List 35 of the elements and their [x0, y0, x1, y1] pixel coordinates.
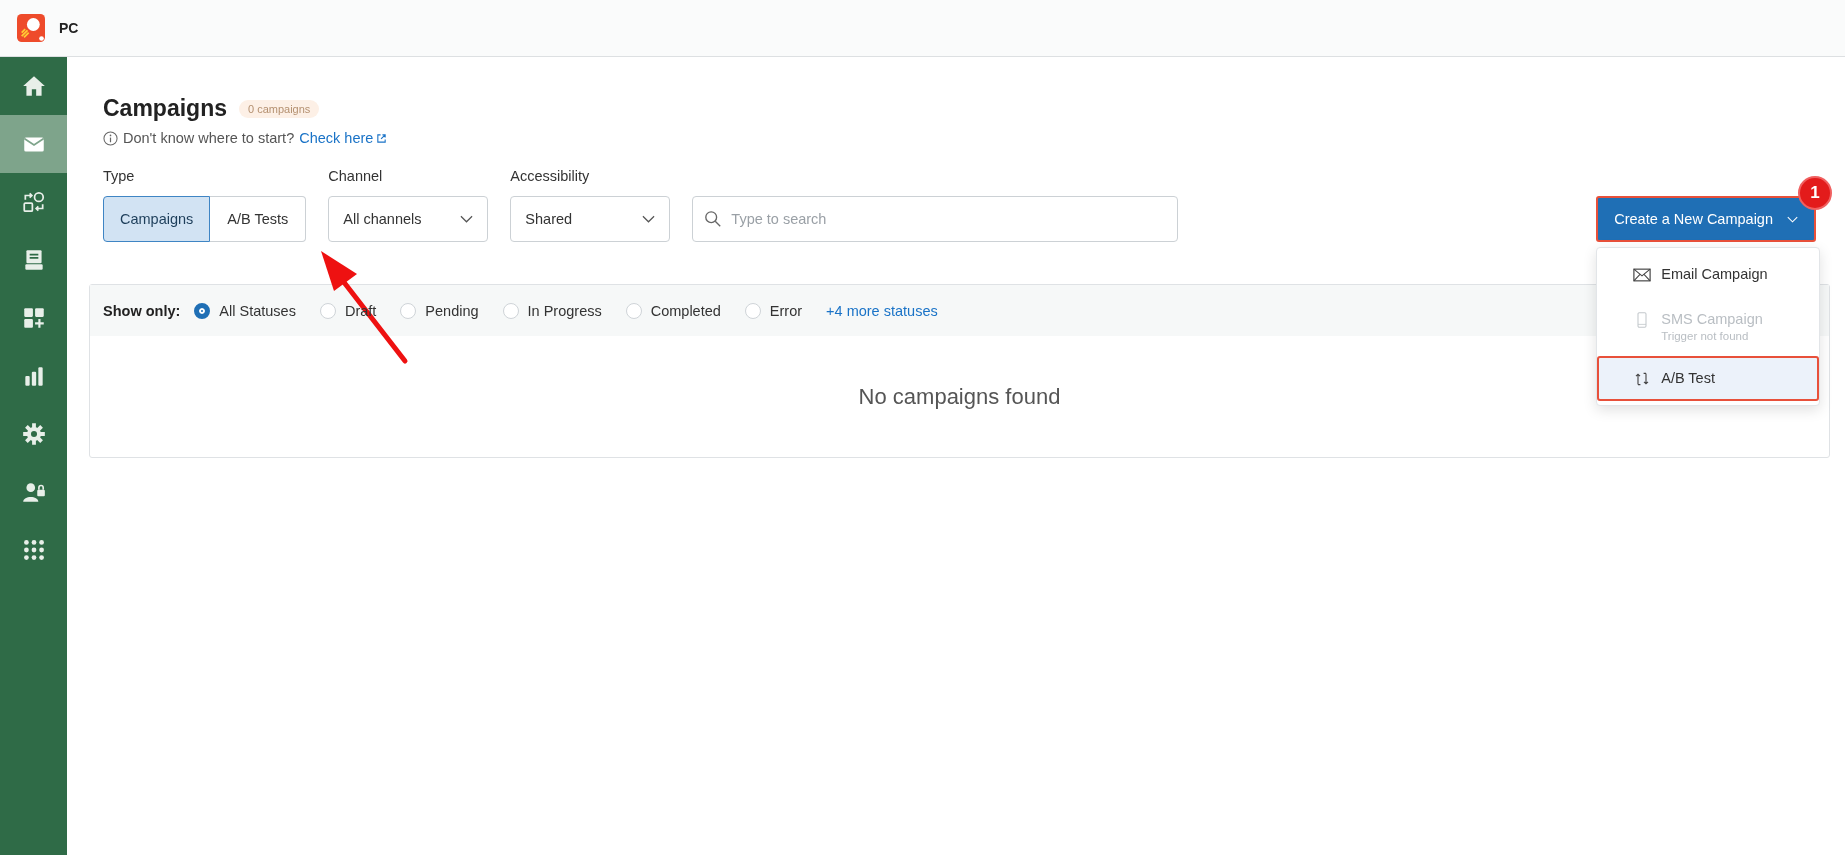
- search-field[interactable]: Type to search: [692, 196, 1179, 242]
- app-name: PC: [59, 20, 79, 36]
- status-radio-option[interactable]: Error: [744, 302, 803, 319]
- menu-item[interactable]: Email Campaign: [1597, 252, 1820, 297]
- info-icon: [103, 130, 118, 146]
- channel-dropdown[interactable]: All channels: [328, 196, 489, 242]
- chevron-down-icon: [460, 215, 474, 223]
- settings-icon: [20, 421, 47, 447]
- page-title: Campaigns: [103, 95, 227, 122]
- more-statuses-link[interactable]: +4 more statuses: [826, 302, 938, 319]
- status-radio-option[interactable]: Completed: [625, 302, 721, 319]
- external-link-icon: [376, 132, 388, 144]
- filter-label: Type: [103, 168, 136, 184]
- logo-icon: [17, 14, 45, 42]
- status-radio-option[interactable]: In Progress: [502, 302, 602, 319]
- chevron-down-icon: [1787, 215, 1798, 223]
- empty-state-message: No campaigns found: [858, 383, 1061, 410]
- show-only-label: Show only:: [103, 302, 181, 319]
- type-toggle-button[interactable]: Campaigns: [103, 196, 211, 242]
- envelope-icon: [1633, 267, 1652, 283]
- sidebar-item[interactable]: [0, 115, 67, 173]
- chevron-down-icon: [642, 215, 656, 223]
- accessibility-dropdown[interactable]: Shared: [510, 196, 671, 242]
- status-radio-option[interactable]: All Statuses: [194, 302, 296, 319]
- filter-label: Accessibility: [510, 168, 591, 184]
- search-icon: [704, 210, 723, 228]
- hint-text: Don't know where to start?: [123, 130, 295, 146]
- step-badge: 1: [1798, 176, 1832, 210]
- check-here-link[interactable]: Check here: [299, 130, 388, 146]
- shapes-arrows-icon: [20, 189, 47, 215]
- filter-label: Channel: [328, 168, 384, 184]
- type-toggle-button[interactable]: A/B Tests: [210, 196, 307, 242]
- status-radio-option[interactable]: Pending: [400, 302, 479, 319]
- menu-item[interactable]: A/B Test: [1597, 356, 1820, 401]
- campaign-count-badge: 0 campaigns: [239, 99, 320, 118]
